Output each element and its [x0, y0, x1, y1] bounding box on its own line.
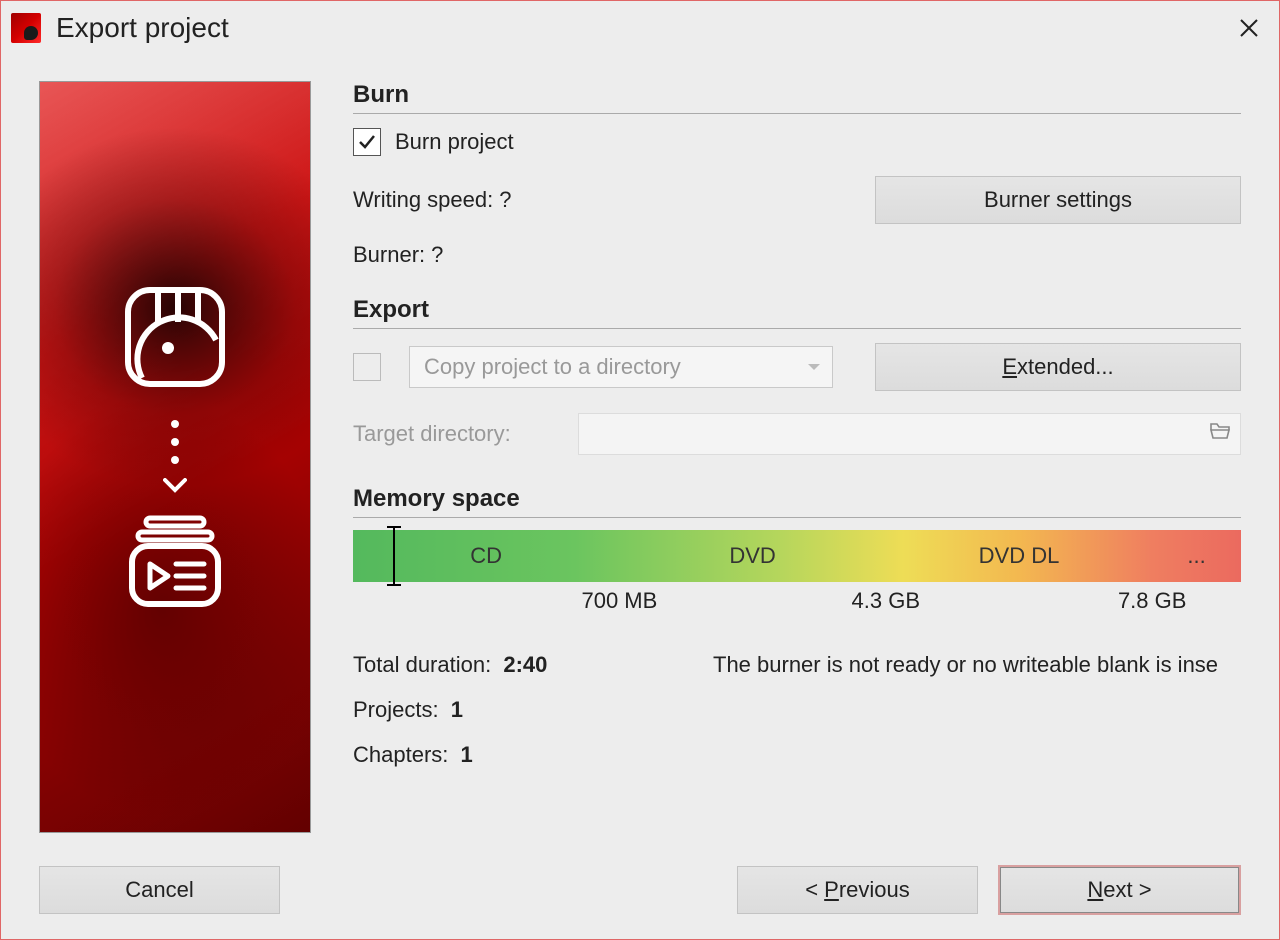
sidebar-graphic [40, 282, 310, 614]
memory-tick-0: 700 MB [581, 588, 657, 614]
previous-button-label: < Previous [805, 877, 910, 903]
folder-open-icon [1208, 419, 1232, 449]
writing-speed-row: Writing speed: ? Burner settings [353, 176, 1241, 224]
writing-speed-value: ? [499, 187, 511, 213]
content: Burn Burn project Writing speed: ? Burne… [39, 81, 1241, 839]
burn-project-label: Burn project [395, 129, 514, 155]
copy-project-checkbox[interactable] [353, 353, 381, 381]
next-button-label: Next > [1087, 877, 1151, 903]
export-header: Export [353, 296, 1241, 329]
wizard-sidebar-image [39, 81, 311, 833]
cancel-button-label: Cancel [125, 877, 193, 903]
close-icon [1240, 19, 1258, 37]
extended-button[interactable]: Extended... [875, 343, 1241, 391]
previous-button[interactable]: < Previous [737, 866, 978, 914]
disc-icon [120, 282, 230, 392]
burner-row: Burner: ? [353, 242, 1241, 268]
duration-value: 2:40 [503, 652, 547, 677]
app-icon [11, 13, 41, 43]
memory-seg-more: ... [1152, 530, 1241, 582]
chevron-down-icon [808, 364, 820, 370]
target-directory-row: Target directory: [353, 413, 1241, 455]
memory-header: Memory space [353, 485, 1241, 518]
burner-settings-label: Burner settings [984, 187, 1132, 213]
burn-project-row: Burn project [353, 128, 1241, 156]
extended-button-label: Extended... [1002, 354, 1113, 380]
copy-project-combo[interactable]: Copy project to a directory [409, 346, 833, 388]
memory-tick-labels: 700 MB 4.3 GB 7.8 GB [353, 588, 1241, 618]
burner-status-message: The burner is not ready or no writeable … [713, 642, 1218, 687]
titlebar: Export project [1, 1, 1279, 55]
export-copy-row: Copy project to a directory Extended... [353, 343, 1241, 391]
projects-label: Projects: [353, 697, 439, 722]
check-icon [358, 133, 376, 151]
burner-label: Burner: [353, 242, 425, 268]
memory-seg-cd: CD [353, 530, 619, 582]
chapters-value: 1 [461, 742, 473, 767]
copy-project-combo-text: Copy project to a directory [424, 354, 681, 380]
cancel-button[interactable]: Cancel [39, 866, 280, 914]
memory-space-meter: CD DVD DVD DL ... 700 MB 4.3 GB 7.8 GB [353, 530, 1241, 618]
stats-block: Total duration: 2:40 The burner is not r… [353, 642, 1241, 777]
chapters-label: Chapters: [353, 742, 448, 767]
arrow-down-icon [163, 478, 187, 494]
writing-speed-label: Writing speed: [353, 187, 493, 213]
burn-header: Burn [353, 81, 1241, 114]
projects-value: 1 [451, 697, 463, 722]
memory-tick-2: 7.8 GB [1118, 588, 1186, 614]
burner-settings-button[interactable]: Burner settings [875, 176, 1241, 224]
footer: Cancel < Previous Next > [39, 865, 1241, 915]
main-panel: Burn Burn project Writing speed: ? Burne… [311, 81, 1241, 839]
burn-project-checkbox[interactable] [353, 128, 381, 156]
next-button[interactable]: Next > [998, 865, 1241, 915]
duration-label: Total duration: [353, 652, 491, 677]
memory-seg-dvddl: DVD DL [886, 530, 1152, 582]
memory-seg-dvd: DVD [619, 530, 885, 582]
export-project-dialog: Export project [0, 0, 1280, 940]
target-directory-label: Target directory: [353, 421, 578, 447]
close-button[interactable] [1229, 8, 1269, 48]
memory-tick-1: 4.3 GB [852, 588, 920, 614]
project-icon [120, 504, 230, 614]
burner-value: ? [431, 242, 443, 268]
dialog-title: Export project [56, 12, 1229, 44]
target-directory-input[interactable] [578, 413, 1241, 455]
